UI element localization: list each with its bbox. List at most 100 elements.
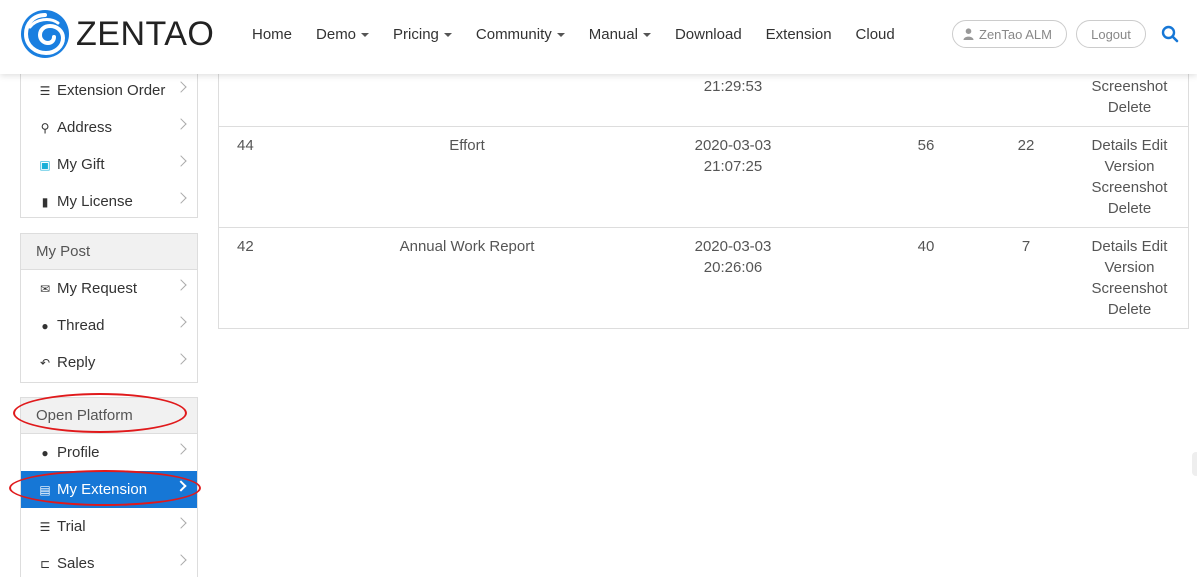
nav-label: Home xyxy=(252,25,293,43)
sidebar-item-reply[interactable]: ↶ Reply xyxy=(21,344,197,381)
chevron-right-icon xyxy=(175,517,187,529)
top-navbar: ZENTAO Home Demo Pricing Community Manual Dow… xyxy=(0,0,1197,74)
nav-label: Demo xyxy=(316,25,357,43)
chevron-right-icon xyxy=(175,554,187,566)
caret-down-icon xyxy=(361,32,370,37)
sidebar-item-label: My License xyxy=(57,193,133,210)
sidebar-item-label: Trial xyxy=(57,518,86,535)
sidebar-item-my-extension[interactable]: ▤ My Extension xyxy=(21,471,197,508)
cell-name: Annual Work Report xyxy=(339,227,595,328)
nav-download[interactable]: Download xyxy=(675,26,742,43)
chevron-right-icon xyxy=(175,353,187,365)
open-platform-heading: Open Platform xyxy=(21,398,197,434)
my-post-heading: My Post xyxy=(21,234,197,270)
nav-cloud[interactable]: Cloud xyxy=(856,26,895,43)
sidebar-item-label: My Request xyxy=(57,280,138,297)
details-link[interactable]: Details xyxy=(1092,238,1138,255)
nav-extension[interactable]: Extension xyxy=(766,26,832,43)
version-link[interactable]: Version xyxy=(1104,259,1154,276)
nav-label: Pricing xyxy=(393,25,439,43)
nav-community[interactable]: Community xyxy=(476,26,565,43)
cell-actions: Screenshot Delete xyxy=(1071,74,1188,127)
chevron-right-icon xyxy=(175,155,187,167)
screenshot-link[interactable]: Screenshot xyxy=(1092,280,1168,297)
sidebar-item-my-request[interactable]: ✉ My Request xyxy=(21,270,197,307)
list-icon: ☰ xyxy=(39,519,51,534)
cell-count-1: 40 xyxy=(871,227,981,328)
reply-icon: ↶ xyxy=(39,355,51,370)
book-icon: ▮ xyxy=(41,194,49,209)
chevron-right-icon xyxy=(175,443,187,455)
sidebar-item-label: My Gift xyxy=(57,156,105,173)
sidebar-item-my-gift[interactable]: ▣ My Gift xyxy=(21,146,197,183)
gift-icon: ▣ xyxy=(39,157,51,172)
cell-count-1 xyxy=(871,74,981,127)
cell-date: 21:29:53 xyxy=(595,74,871,127)
cell-time: 21:29:53 xyxy=(703,78,763,95)
chevron-right-icon xyxy=(175,192,187,204)
search-icon[interactable] xyxy=(1161,25,1179,43)
table-row: 42 Annual Work Report 2020-03-03 20:26:06 40… xyxy=(219,227,1188,328)
nav-demo[interactable]: Demo xyxy=(316,25,370,43)
open-platform-panel: Open Platform ● Profile ▤ My Extension ☰ Tria… xyxy=(20,397,198,577)
sidebar-item-label: Profile xyxy=(57,444,100,461)
map-marker-icon: ⚲ xyxy=(40,120,50,135)
edit-link[interactable]: Edit xyxy=(1142,238,1168,255)
details-link[interactable]: Details xyxy=(1092,137,1138,154)
table-row: 44 Effort 2020-03-03 21:07:25 56 22 Details Ed… xyxy=(219,126,1188,228)
cell-name xyxy=(339,74,595,127)
my-post-panel: My Post ✉ My Request ● Thread ↶ Reply xyxy=(20,233,198,383)
user-icon xyxy=(963,28,974,40)
sidebar-item-my-license[interactable]: ▮ My License xyxy=(21,183,197,220)
comment-icon: ● xyxy=(41,318,49,333)
action-line: Details Edit Version xyxy=(1071,135,1188,177)
nav-label: Cloud xyxy=(855,25,895,43)
sidebar-item-label: Sales xyxy=(57,555,95,572)
delete-link[interactable]: Delete xyxy=(1108,301,1151,318)
version-link[interactable]: Version xyxy=(1104,158,1154,175)
nav-manual[interactable]: Manual xyxy=(589,26,651,43)
user-icon: ● xyxy=(41,445,49,460)
screenshot-link[interactable]: Screenshot xyxy=(1092,179,1168,196)
cell-count-2: 22 xyxy=(981,126,1071,228)
nav-home[interactable]: Home xyxy=(252,26,292,43)
action-line: Details Edit Version xyxy=(1071,236,1188,278)
zentao-alm-label: ZenTao ALM xyxy=(979,26,1052,42)
action-line: Screenshot Delete xyxy=(1071,177,1188,219)
main-nav: Home Demo Pricing Community Manual Download Ex… xyxy=(252,0,919,68)
delete-link[interactable]: Delete xyxy=(1108,200,1151,217)
nav-label: Download xyxy=(674,25,742,43)
zentao-alm-button[interactable]: ZenTao ALM xyxy=(952,20,1067,48)
logout-button[interactable]: Logout xyxy=(1076,20,1146,48)
sidebar-item-extension-order[interactable]: ☰ Extension Order xyxy=(21,72,197,109)
sidebar-item-thread[interactable]: ● Thread xyxy=(21,307,197,344)
sidebar-item-address[interactable]: ⚲ Address xyxy=(21,109,197,146)
screenshot-link[interactable]: Screenshot xyxy=(1092,78,1168,95)
account-panel: ☰ Extension Order ⚲ Address ▣ My Gift ▮ My Lice… xyxy=(20,72,198,218)
nav-pricing[interactable]: Pricing xyxy=(393,26,452,43)
edit-link[interactable]: Edit xyxy=(1142,137,1168,154)
brand-logo[interactable]: ZENTAO xyxy=(20,9,214,59)
cell-time: 20:26:06 xyxy=(703,259,763,276)
zentao-logo-icon xyxy=(21,10,69,58)
action-line: Screenshot Delete xyxy=(1071,76,1188,118)
caret-down-icon xyxy=(556,32,565,37)
nav-label: Manual xyxy=(588,25,638,43)
chevron-right-icon xyxy=(175,279,187,291)
sidebar-item-profile[interactable]: ● Profile xyxy=(21,434,197,471)
cell-name: Effort xyxy=(339,126,595,228)
cell-actions: Details Edit Version Screenshot Delete xyxy=(1071,126,1188,228)
nav-label: Community xyxy=(475,25,552,43)
list-icon: ☰ xyxy=(39,83,51,98)
sidebar-item-sales[interactable]: ⊏ Sales xyxy=(21,545,197,582)
sidebar-item-label: Reply xyxy=(57,354,96,371)
cell-date: 2020-03-03 20:26:06 xyxy=(595,227,871,328)
cell-time: 21:07:25 xyxy=(703,158,763,175)
cell-actions: Details Edit Version Screenshot Delete xyxy=(1071,227,1188,328)
caret-down-icon xyxy=(642,32,651,37)
delete-link[interactable]: Delete xyxy=(1108,99,1151,116)
sidebar-item-label: Thread xyxy=(57,317,105,334)
sidebar-item-trial[interactable]: ☰ Trial xyxy=(21,508,197,545)
extension-table: 21:29:53 Screenshot Delete 44 Effort 2020-03… xyxy=(218,74,1189,329)
sidebar-item-label: My Extension xyxy=(57,481,148,498)
